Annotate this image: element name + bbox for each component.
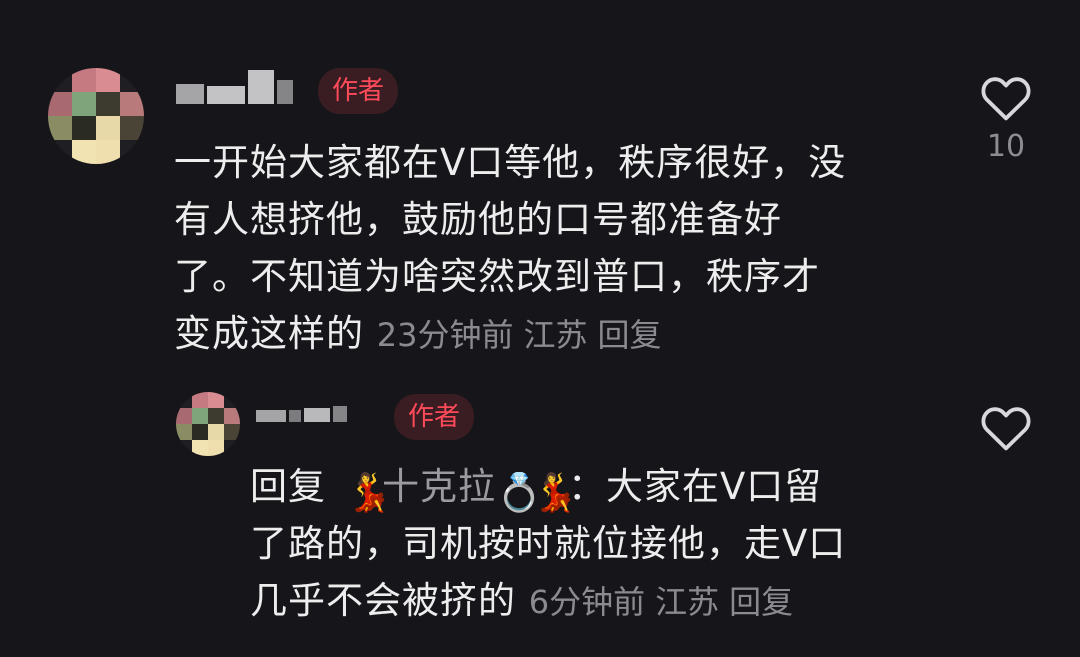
heart-icon	[981, 77, 1031, 121]
reply-location: 江苏	[655, 583, 720, 621]
comment-location: 江苏	[523, 316, 588, 354]
like-button[interactable]: 10	[976, 72, 1036, 162]
comment-line: 了。不知道为啥突然改到普口，秩序才	[174, 255, 820, 298]
reply-line: 了路的，司机按时就位接他，走V口	[250, 522, 847, 565]
comment-meta: 23分钟前 江苏 回复	[377, 316, 672, 354]
username-obscured[interactable]	[256, 406, 347, 422]
username-mosaic-block	[289, 410, 301, 422]
username-mosaic-block	[207, 86, 245, 104]
username-obscured[interactable]	[176, 70, 293, 104]
comment-time: 23分钟前	[376, 316, 514, 354]
comment-line: 一开始大家都在V口等他，秩序很好，没	[174, 141, 847, 184]
author-badge: 作者	[394, 394, 475, 440]
reply-prefix: 回复	[250, 465, 326, 508]
username-mosaic-block	[248, 70, 274, 104]
reply-line: 几乎不会被挤的	[250, 579, 516, 622]
reply-button[interactable]: 回复	[729, 583, 793, 621]
reply-body[interactable]: 回复 💃十克拉💍💃：大家在V口留 了路的，司机按时就位接他，走V口 几乎不会被挤的 6…	[250, 458, 846, 631]
dancer-emoji-icon: 💃	[532, 471, 580, 514]
like-count: 10	[986, 129, 1026, 164]
reply-meta: 6分钟前 江苏 回复	[529, 583, 803, 621]
reply-line: 大家在V口留	[606, 465, 823, 508]
comment-body[interactable]: 一开始大家都在V口等他，秩序很好，没 有人想挤他，鼓励他的口号都准备好 了。不知道为…	[174, 134, 846, 364]
username-mosaic-block	[176, 84, 204, 104]
like-button[interactable]	[976, 402, 1036, 456]
dancer-emoji-icon: 💃	[346, 471, 394, 514]
comment-line: 有人想挤他，鼓励他的口号都准备好	[174, 198, 782, 241]
avatar[interactable]	[48, 68, 144, 164]
reply-colon: ：	[568, 465, 606, 508]
username-mosaic-block	[333, 406, 347, 422]
heart-icon	[981, 407, 1031, 451]
comment-thread: 作者 一开始大家都在V口等他，秩序很好，没 有人想挤他，鼓励他的口号都准备好 了。不…	[0, 0, 1080, 657]
username-mosaic-block	[304, 408, 330, 422]
reply-time: 6分钟前	[528, 583, 646, 621]
comment-line: 变成这样的	[174, 312, 364, 355]
username-mosaic-block	[277, 80, 293, 104]
reply-button[interactable]: 回复	[598, 316, 662, 354]
ring-emoji-icon: 💍	[496, 471, 544, 514]
username-mosaic-block	[256, 410, 286, 422]
author-badge: 作者	[318, 68, 399, 114]
mention[interactable]: 💃十克拉💍💃	[346, 465, 580, 514]
mention-name: 十克拉	[382, 465, 496, 508]
avatar[interactable]	[176, 392, 240, 456]
